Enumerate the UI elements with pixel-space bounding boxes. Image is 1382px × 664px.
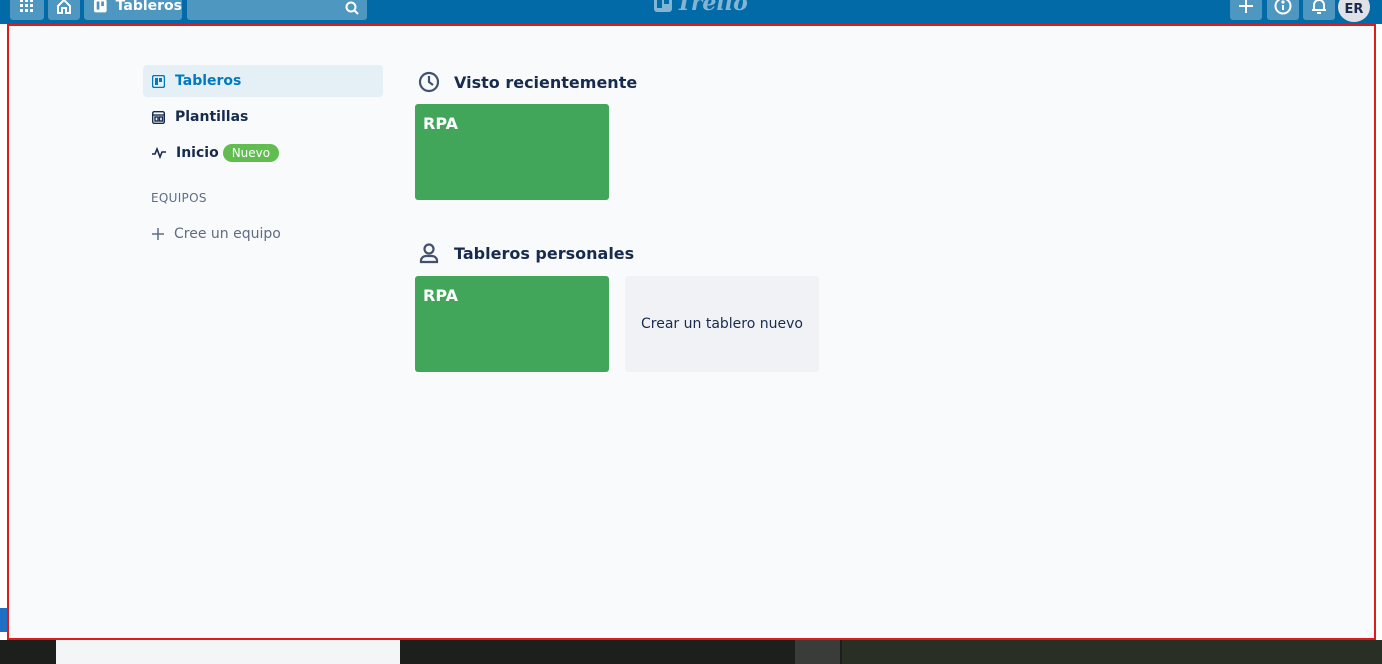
- notifications-button[interactable]: [1303, 0, 1335, 20]
- sidebar-item-templates[interactable]: Plantillas: [143, 101, 383, 133]
- activity-icon: [152, 147, 166, 159]
- bell-icon: [1312, 0, 1326, 14]
- apps-menu-button[interactable]: [10, 0, 44, 20]
- left-edge-marker: [0, 608, 7, 632]
- teams-heading: EQUIPOS: [151, 191, 207, 205]
- board-tile-recent-rpa[interactable]: RPA: [415, 104, 609, 200]
- clock-icon: [418, 71, 440, 93]
- sidebar-item-label: Tableros: [175, 73, 242, 89]
- plus-icon: [152, 228, 164, 240]
- desktop-taskbar-area: [0, 640, 1382, 664]
- plus-icon: [1239, 0, 1253, 13]
- board-icon: [94, 0, 107, 13]
- sidebar-item-label: Plantillas: [175, 109, 249, 125]
- new-badge: Nuevo: [222, 144, 280, 162]
- info-icon: [1274, 0, 1292, 15]
- board-tile-name: RPA: [423, 114, 458, 133]
- search-input[interactable]: [187, 0, 367, 20]
- create-button[interactable]: [1230, 0, 1262, 20]
- taskbar-segment: [795, 640, 840, 664]
- taskbar-segment: [842, 640, 1382, 664]
- create-team-button[interactable]: Cree un equipo: [151, 226, 281, 242]
- search-icon: [345, 1, 359, 15]
- template-icon: [152, 110, 165, 124]
- left-edge: [0, 24, 7, 640]
- board-icon: [152, 74, 165, 88]
- info-button[interactable]: [1267, 0, 1299, 20]
- recent-section-title: Visto recientemente: [418, 71, 637, 93]
- taskbar-segment: [56, 640, 400, 664]
- board-tile-personal-rpa[interactable]: RPA: [415, 276, 609, 372]
- user-avatar[interactable]: ER: [1338, 0, 1370, 22]
- personal-section-title: Tableros personales: [418, 242, 634, 264]
- home-button[interactable]: [48, 0, 80, 20]
- apps-grid-icon: [20, 0, 33, 12]
- create-new-board-tile[interactable]: Crear un tablero nuevo: [625, 276, 819, 372]
- board-tile-name: RPA: [423, 286, 458, 305]
- sidebar-item-label: Inicio: [176, 145, 219, 161]
- create-new-board-label: Crear un tablero nuevo: [641, 316, 803, 332]
- trello-logo-text: Trello: [676, 0, 748, 16]
- sidebar-item-boards[interactable]: Tableros: [143, 65, 383, 97]
- boards-button[interactable]: Tableros: [84, 0, 182, 20]
- person-icon: [419, 243, 439, 264]
- create-team-label: Cree un equipo: [174, 226, 281, 242]
- top-header-bar: Tableros Trello ER: [0, 0, 1382, 24]
- trello-logo-icon: [654, 0, 672, 12]
- trello-logo[interactable]: Trello: [654, 0, 748, 16]
- sidebar-item-home[interactable]: Inicio Nuevo: [143, 137, 383, 169]
- recent-title-text: Visto recientemente: [454, 72, 638, 92]
- home-icon: [57, 0, 71, 14]
- personal-title-text: Tableros personales: [454, 243, 635, 263]
- boards-button-label: Tableros: [115, 0, 182, 14]
